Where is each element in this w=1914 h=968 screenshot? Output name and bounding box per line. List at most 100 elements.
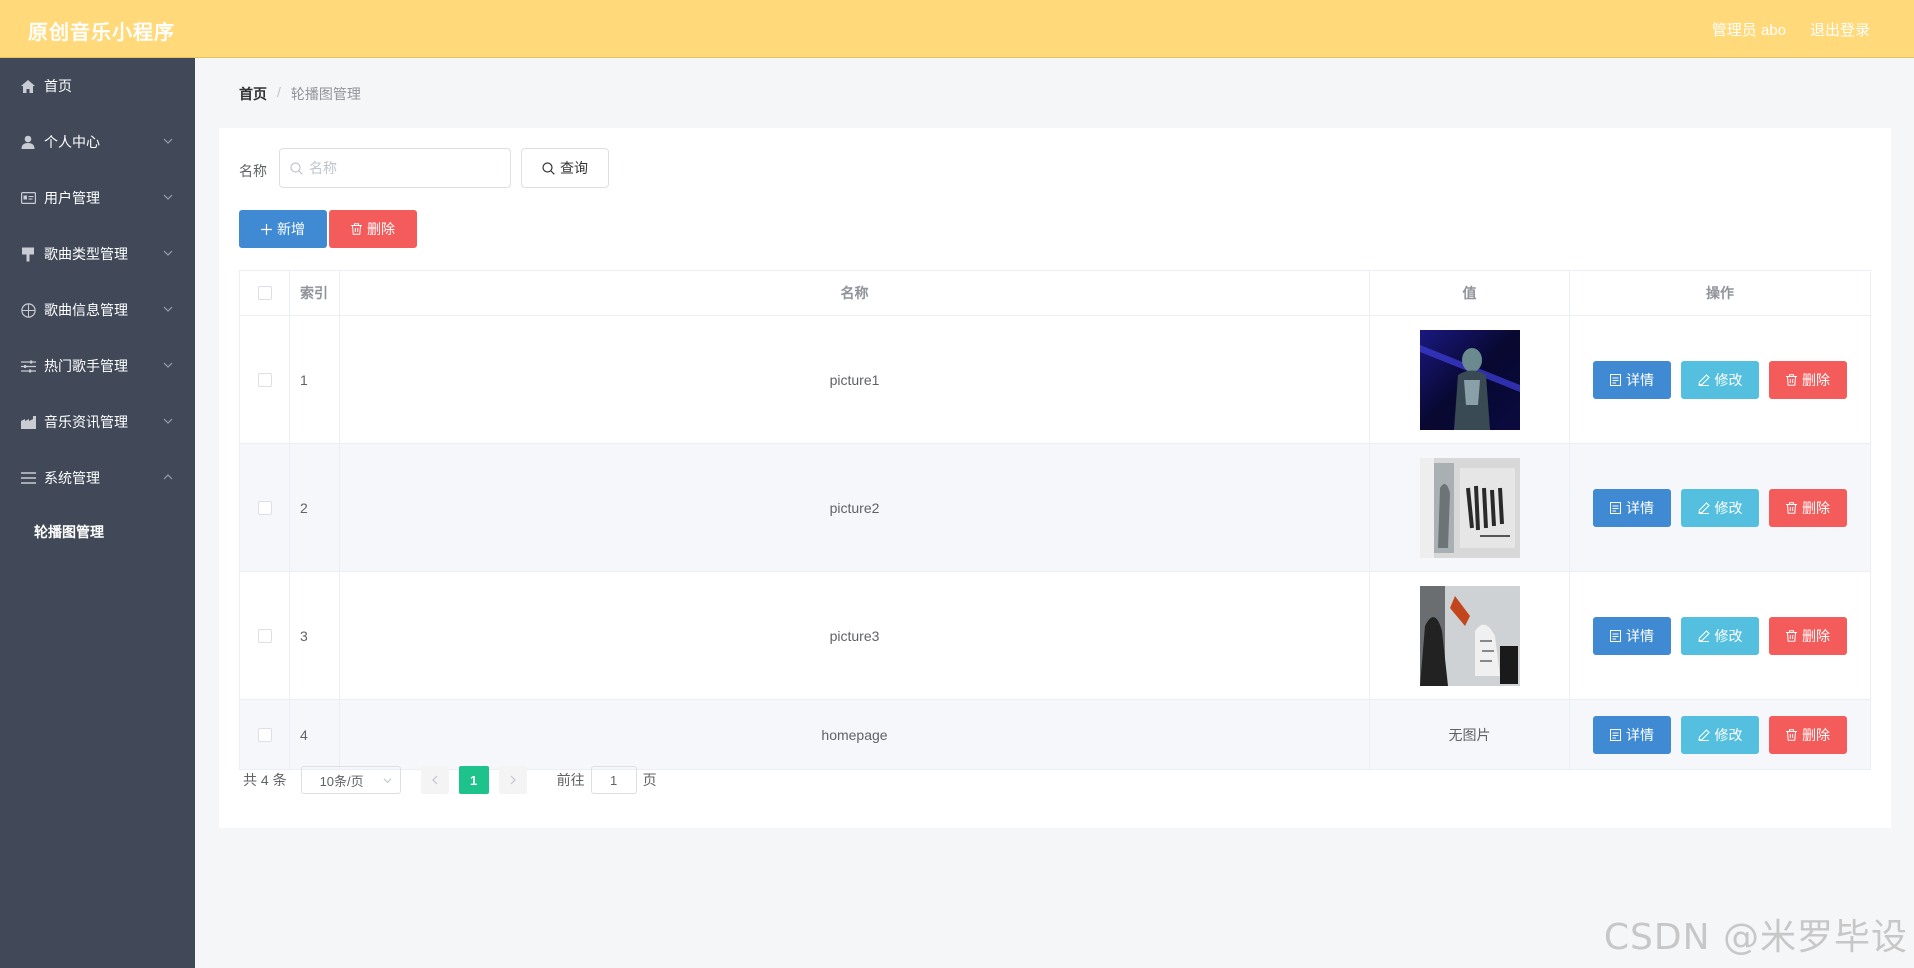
chevron-down-icon [383, 778, 392, 784]
logout-link[interactable]: 退出登录 [1810, 19, 1870, 40]
document-icon [1610, 373, 1621, 386]
delete-button-label: 删除 [1802, 499, 1830, 516]
app-title: 原创音乐小程序 [28, 22, 175, 44]
breadcrumb-separator: / [277, 84, 281, 100]
search-label: 名称 [239, 163, 267, 179]
delete-button-label: 删除 [1802, 627, 1830, 644]
header-operations: 操作 [1706, 285, 1734, 301]
row-name: picture3 [340, 572, 1370, 699]
sidebar-item-song-types[interactable]: 歌曲类型管理 [0, 226, 195, 282]
edit-icon [1697, 373, 1710, 386]
chevron-right-icon [510, 775, 516, 785]
row-checkbox[interactable] [257, 628, 272, 643]
delete-button[interactable]: 删除 [1769, 360, 1847, 399]
content-panel: 名称 查询 新增 删除 索引 名称 值 操作 [219, 128, 1891, 828]
detail-button[interactable]: 详情 [1593, 360, 1671, 399]
header-actions: 管理员 abo 退出登录 [1712, 19, 1870, 40]
watermark: CSDN @米罗毕设 [1603, 917, 1908, 958]
trash-icon [1786, 728, 1797, 741]
search-icon [542, 161, 555, 175]
search-icon [290, 161, 303, 175]
sidebar-item-music-news[interactable]: 音乐资讯管理 [0, 394, 195, 450]
user-icon [20, 134, 36, 150]
row-checkbox-cell [240, 316, 290, 443]
next-page-button[interactable] [498, 766, 527, 794]
add-button[interactable]: 新增 [239, 210, 327, 248]
sidebar-item-label: 歌曲类型管理 [44, 246, 128, 262]
detail-button[interactable]: 详情 [1593, 616, 1671, 655]
sidebar-item-users[interactable]: 用户管理 [0, 170, 195, 226]
row-operations: 详情 修改 删除 [1570, 444, 1870, 571]
admin-user-label[interactable]: 管理员 abo [1712, 19, 1786, 40]
query-button[interactable]: 查询 [521, 148, 609, 188]
row-checkbox[interactable] [257, 500, 272, 515]
sidebar-item-label: 首页 [44, 78, 72, 94]
select-all-checkbox[interactable] [257, 286, 272, 300]
row-index: 3 [290, 572, 340, 699]
trash-icon [1786, 501, 1797, 514]
carousel-image-thumbnail[interactable] [1419, 585, 1520, 686]
sidebar-item-song-info[interactable]: 歌曲信息管理 [0, 282, 195, 338]
row-name: homepage [340, 700, 1370, 769]
pagination: 共 4 条 10条/页 1 前往 1 页 [243, 766, 657, 794]
table-header-row: 索引 名称 值 操作 [240, 271, 1870, 316]
delete-button[interactable]: 删除 [1769, 715, 1847, 754]
delete-button[interactable]: 删除 [1769, 616, 1847, 655]
row-checkbox-cell [240, 700, 290, 769]
plus-icon [261, 223, 272, 235]
chevron-left-icon [431, 775, 438, 785]
sidebar-item-label: 歌曲信息管理 [44, 302, 128, 318]
prev-page-button[interactable] [420, 766, 449, 794]
detail-button[interactable]: 详情 [1593, 488, 1671, 527]
sliders-icon [20, 358, 36, 374]
search-box[interactable] [279, 148, 511, 188]
detail-button-label: 详情 [1626, 371, 1654, 388]
sidebar-item-system[interactable]: 系统管理 [0, 450, 195, 506]
sidebar-item-personal-center[interactable]: 个人中心 [0, 114, 195, 170]
detail-button-label: 详情 [1626, 627, 1654, 644]
trash-icon [1786, 629, 1797, 642]
batch-delete-button[interactable]: 删除 [329, 210, 417, 248]
table-row: 4 homepage 无图片 详情 修改 删除 [240, 700, 1870, 770]
goto-label: 前往 [556, 772, 585, 788]
page-suffix: 页 [642, 772, 657, 788]
sidebar-item-label: 系统管理 [44, 470, 100, 486]
carousel-image-thumbnail[interactable] [1419, 457, 1520, 558]
page-number-button[interactable]: 1 [458, 766, 489, 794]
edit-button[interactable]: 修改 [1681, 715, 1759, 754]
edit-button-label: 修改 [1714, 627, 1743, 644]
row-value [1370, 572, 1570, 699]
edit-button[interactable]: 修改 [1681, 360, 1759, 399]
detail-button-label: 详情 [1626, 726, 1654, 743]
search-input[interactable] [309, 160, 499, 176]
row-value: 无图片 [1370, 700, 1570, 769]
row-operations: 详情 修改 删除 [1570, 700, 1870, 769]
detail-button[interactable]: 详情 [1593, 715, 1671, 754]
delete-button[interactable]: 删除 [1769, 488, 1847, 527]
carousel-image-thumbnail[interactable] [1419, 329, 1520, 430]
document-icon [1610, 728, 1621, 741]
chevron-down-icon [163, 250, 173, 256]
carousel-table: 索引 名称 值 操作 1 picture1 详情 修改 删除 2 picture… [239, 270, 1871, 770]
sidebar-item-hot-singers[interactable]: 热门歌手管理 [0, 338, 195, 394]
row-checkbox[interactable] [257, 372, 272, 387]
breadcrumb-home[interactable]: 首页 [239, 84, 267, 104]
edit-button-label: 修改 [1714, 726, 1743, 743]
sidebar-item-label: 音乐资讯管理 [44, 414, 128, 430]
add-button-label: 新增 [277, 221, 305, 237]
brush-icon [20, 246, 36, 262]
edit-button[interactable]: 修改 [1681, 616, 1759, 655]
edit-icon [1697, 629, 1710, 642]
edit-icon [1697, 728, 1710, 741]
sidebar-item-home[interactable]: 首页 [0, 58, 195, 114]
edit-button[interactable]: 修改 [1681, 488, 1759, 527]
basketball-icon [20, 302, 36, 318]
home-icon [20, 78, 36, 94]
row-name: picture2 [340, 444, 1370, 571]
row-checkbox[interactable] [257, 727, 272, 742]
page-size-select[interactable]: 10条/页 [300, 766, 401, 794]
goto-page-input[interactable]: 1 [590, 766, 637, 794]
row-name: picture1 [340, 316, 1370, 443]
sidebar: 首页 个人中心 用户管理 歌曲类型管理 歌曲信息管理 热门歌手管理 音乐资讯管理… [0, 58, 195, 968]
sidebar-subitem-carousel[interactable]: 轮播图管理 [0, 506, 195, 558]
